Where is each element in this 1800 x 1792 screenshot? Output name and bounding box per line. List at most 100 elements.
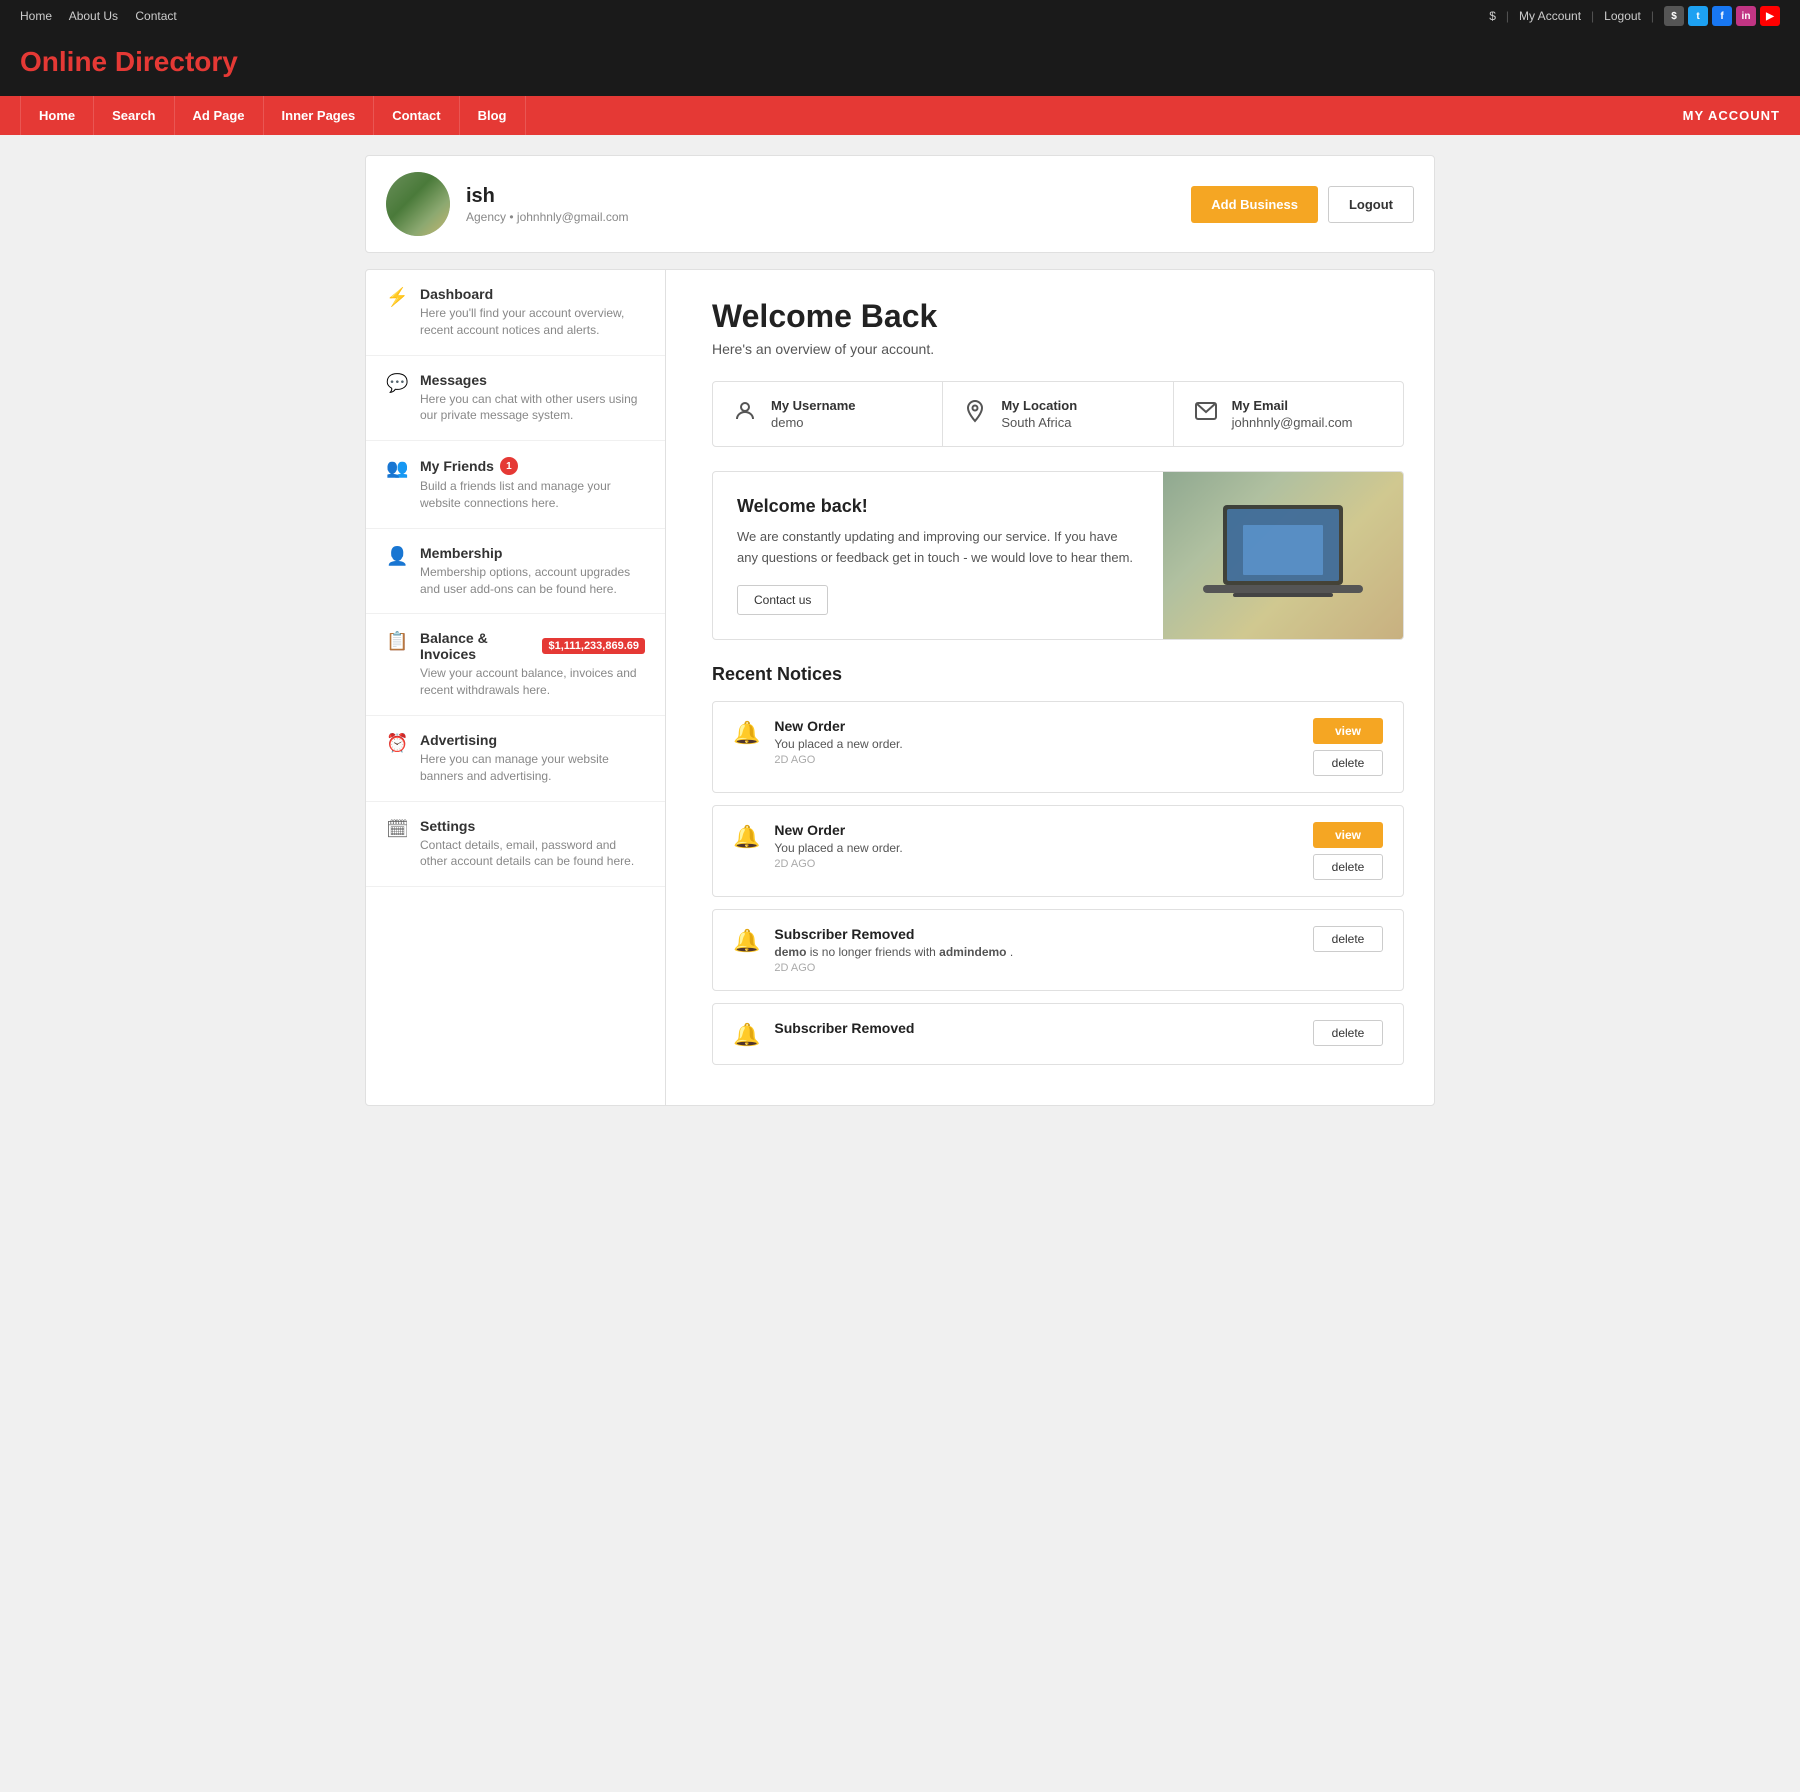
sidebar-item-balance[interactable]: 📋 Balance & Invoices $1,111,233,869.69 V… xyxy=(366,614,665,716)
sidebar-item-settings[interactable]: 🗓 Settings Contact details, email, passw… xyxy=(366,802,665,888)
notice-time-3: 2D AGO xyxy=(774,962,1299,974)
instagram-icon[interactable]: in xyxy=(1736,6,1756,26)
profile-logout-button[interactable]: Logout xyxy=(1328,186,1414,223)
top-bar-right: $ | My Account | Logout | $ t f in ▶ xyxy=(1489,6,1780,26)
notice-title-3: Subscriber Removed xyxy=(774,926,1299,942)
sidebar-messages-title: Messages xyxy=(420,372,645,388)
friends-badge: 1 xyxy=(500,457,518,475)
add-business-button[interactable]: Add Business xyxy=(1191,186,1318,223)
notice-card-2: 🔔 New Order You placed a new order. 2D A… xyxy=(712,805,1404,897)
notice-3-text: is no longer friends with xyxy=(810,945,939,959)
sidebar-balance-label: Balance & Invoices xyxy=(420,630,536,662)
notice-content-1: New Order You placed a new order. 2D AGO xyxy=(774,718,1299,766)
topbar-contact[interactable]: Contact xyxy=(135,9,176,23)
notice-delete-button-3[interactable]: delete xyxy=(1313,926,1383,952)
notice-delete-button-2[interactable]: delete xyxy=(1313,854,1383,880)
main-panel: Welcome Back Here's an overview of your … xyxy=(682,270,1434,1105)
bell-icon-2: 🔔 xyxy=(733,824,760,850)
info-box-location-text: My Location South Africa xyxy=(1001,398,1077,430)
membership-icon: 👤 xyxy=(386,546,408,567)
info-box-location: My Location South Africa xyxy=(943,382,1173,446)
sidebar-membership-text: Membership Membership options, account u… xyxy=(420,545,645,598)
social-icons: $ t f in ▶ xyxy=(1664,6,1780,26)
welcome-text-area: Welcome back! We are constantly updating… xyxy=(713,472,1163,639)
notice-delete-button-4[interactable]: delete xyxy=(1313,1020,1383,1046)
separator-1: | xyxy=(1506,9,1509,23)
notice-desc-2: You placed a new order. xyxy=(774,841,1299,855)
sidebar-item-membership[interactable]: 👤 Membership Membership options, account… xyxy=(366,529,665,615)
sidebar-settings-text: Settings Contact details, email, passwor… xyxy=(420,818,645,871)
welcome-section: Welcome back! We are constantly updating… xyxy=(712,471,1404,640)
youtube-icon[interactable]: ▶ xyxy=(1760,6,1780,26)
info-box-email-text: My Email johnhnly@gmail.com xyxy=(1232,398,1353,430)
nav-search[interactable]: Search xyxy=(94,96,174,135)
laptop-illustration xyxy=(1163,472,1403,639)
location-icon xyxy=(963,399,987,429)
separator-3: | xyxy=(1651,9,1654,23)
welcome-image-area xyxy=(1163,472,1403,639)
notice-actions-3: delete xyxy=(1313,926,1383,952)
notice-content-4: Subscriber Removed xyxy=(774,1020,1299,1039)
welcome-subtitle: Here's an overview of your account. xyxy=(712,341,1404,357)
site-logo[interactable]: Online Directory xyxy=(20,46,1780,78)
notice-delete-button-1[interactable]: delete xyxy=(1313,750,1383,776)
dollar-icon[interactable]: $ xyxy=(1664,6,1684,26)
user-meta: Agency • johnhnly@gmail.com xyxy=(466,210,1191,224)
notice-actions-1: view delete xyxy=(1313,718,1383,776)
topbar-home[interactable]: Home xyxy=(20,9,52,23)
username-icon xyxy=(733,399,757,429)
sidebar-advertising-title: Advertising xyxy=(420,732,645,748)
bell-icon-1: 🔔 xyxy=(733,720,760,746)
logout-link[interactable]: Logout xyxy=(1604,9,1641,23)
sidebar-friends-text: My Friends 1 Build a friends list and ma… xyxy=(420,457,645,512)
nav-ad-page[interactable]: Ad Page xyxy=(175,96,264,135)
sidebar-membership-title: Membership xyxy=(420,545,645,561)
sidebar-item-my-friends[interactable]: 👥 My Friends 1 Build a friends list and … xyxy=(366,441,665,529)
welcome-back-desc: We are constantly updating and improving… xyxy=(737,527,1139,569)
welcome-title: Welcome Back xyxy=(712,298,1404,335)
user-dot: • xyxy=(509,210,517,224)
sidebar-balance-title: Balance & Invoices $1,111,233,869.69 xyxy=(420,630,645,662)
nav-inner-pages[interactable]: Inner Pages xyxy=(264,96,375,135)
sidebar-item-advertising[interactable]: ⏰ Advertising Here you can manage your w… xyxy=(366,716,665,802)
dollar-sign: $ xyxy=(1489,9,1496,23)
sidebar-advertising-text: Advertising Here you can manage your web… xyxy=(420,732,645,785)
bell-icon-3: 🔔 xyxy=(733,928,760,954)
sidebar-item-dashboard[interactable]: ⚡ Dashboard Here you'll find your accoun… xyxy=(366,270,665,356)
facebook-icon[interactable]: f xyxy=(1712,6,1732,26)
user-role: Agency xyxy=(466,210,506,224)
notice-title-4: Subscriber Removed xyxy=(774,1020,1299,1036)
contact-us-button[interactable]: Contact us xyxy=(737,585,828,615)
email-label: My Email xyxy=(1232,398,1353,413)
info-boxes: My Username demo My Location South Afric… xyxy=(712,381,1404,447)
settings-icon: 🗓 xyxy=(386,819,408,840)
username-value: demo xyxy=(771,415,856,430)
logo-text-red: Directory xyxy=(115,46,238,77)
sidebar-membership-desc: Membership options, account upgrades and… xyxy=(420,564,645,598)
notice-card-4: 🔔 Subscriber Removed delete xyxy=(712,1003,1404,1065)
balance-badge: $1,111,233,869.69 xyxy=(542,638,645,654)
nav-contact[interactable]: Contact xyxy=(374,96,459,135)
nav-home[interactable]: Home xyxy=(20,96,94,135)
notice-time-2: 2D AGO xyxy=(774,858,1299,870)
sidebar-balance-text: Balance & Invoices $1,111,233,869.69 Vie… xyxy=(420,630,645,699)
sidebar-item-messages[interactable]: 💬 Messages Here you can chat with other … xyxy=(366,356,665,442)
twitter-icon[interactable]: t xyxy=(1688,6,1708,26)
nav-my-account[interactable]: MY ACCOUNT xyxy=(1683,108,1780,123)
notice-view-button-2[interactable]: view xyxy=(1313,822,1383,848)
email-value: johnhnly@gmail.com xyxy=(1232,415,1353,430)
info-box-username: My Username demo xyxy=(713,382,943,446)
sidebar-messages-desc: Here you can chat with other users using… xyxy=(420,391,645,425)
avatar xyxy=(386,172,450,236)
bell-icon-4: 🔔 xyxy=(733,1022,760,1048)
user-email: johnhnly@gmail.com xyxy=(517,210,629,224)
sidebar-friends-title: My Friends 1 xyxy=(420,457,645,475)
topbar-about[interactable]: About Us xyxy=(69,9,118,23)
notice-view-button-1[interactable]: view xyxy=(1313,718,1383,744)
my-account-link[interactable]: My Account xyxy=(1519,9,1581,23)
sidebar-balance-desc: View your account balance, invoices and … xyxy=(420,665,645,699)
nav-blog[interactable]: Blog xyxy=(460,96,526,135)
welcome-back-title: Welcome back! xyxy=(737,496,1139,517)
location-label: My Location xyxy=(1001,398,1077,413)
dashboard-icon: ⚡ xyxy=(386,287,408,308)
